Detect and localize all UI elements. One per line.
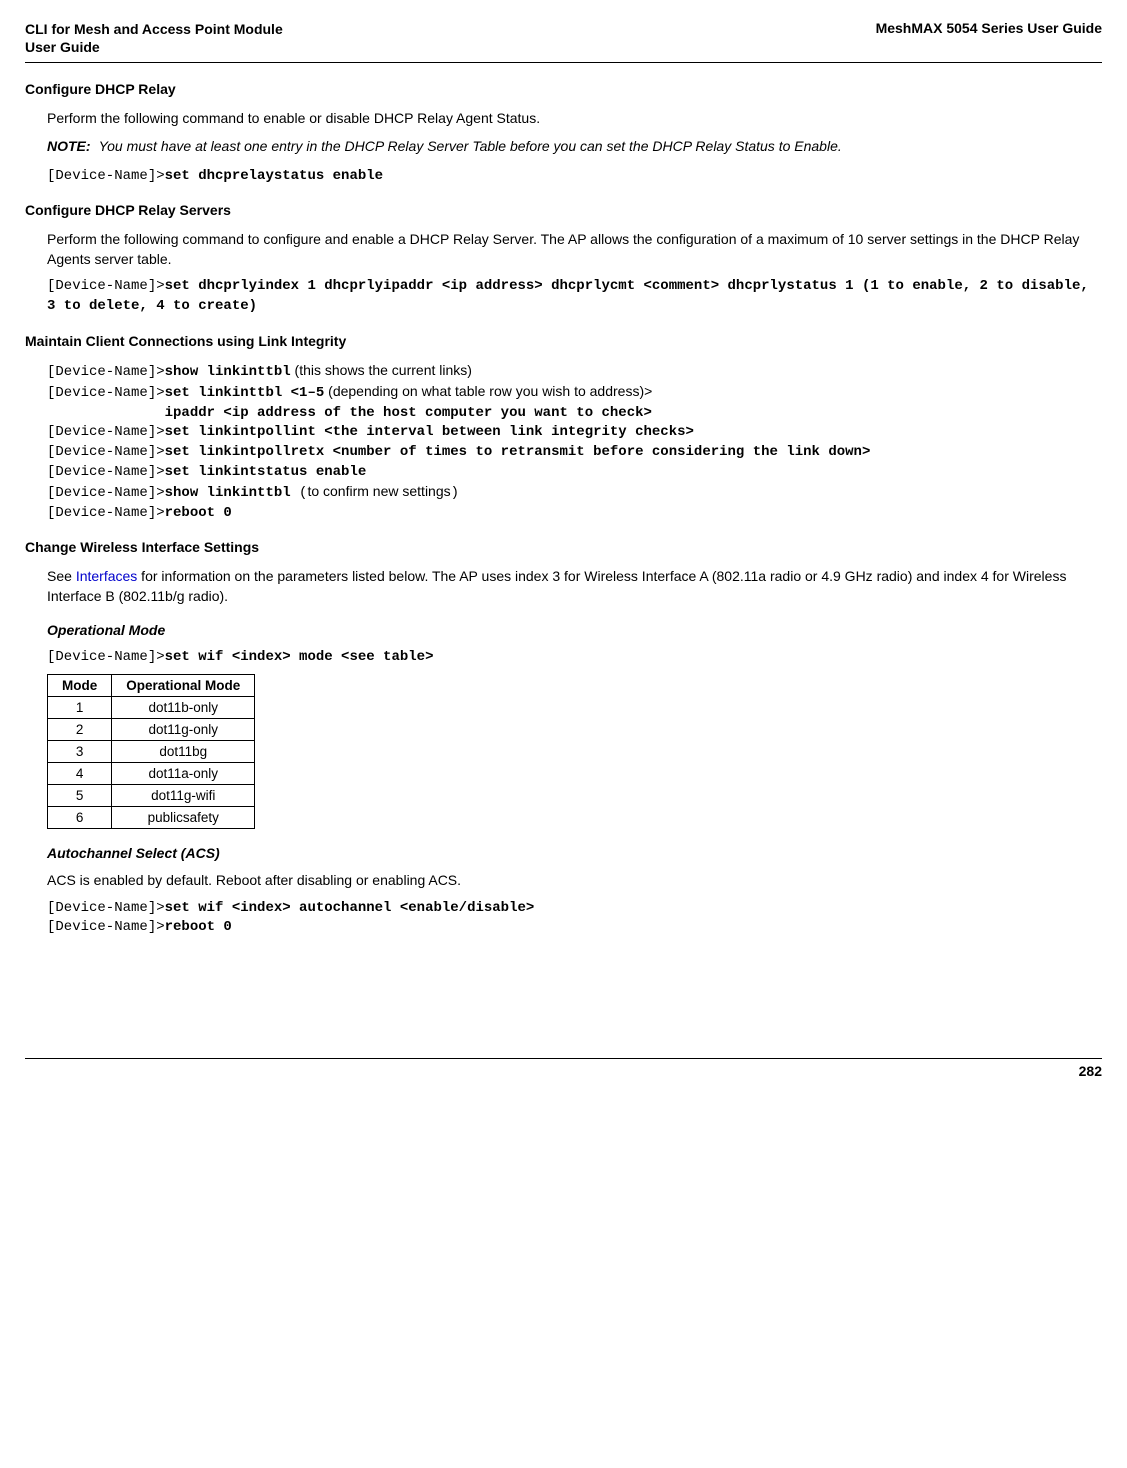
code-comment: (depending on what table row you wish to… — [324, 383, 644, 399]
dhcp-relay-code: [Device-Name]>set dhcprelaystatus enable — [47, 167, 1102, 187]
header-divider — [25, 62, 1102, 63]
link-line-4: [Device-Name]>set linkintpollint <the in… — [47, 423, 1102, 443]
interfaces-link[interactable]: Interfaces — [76, 568, 137, 584]
link-line-3: ipaddr <ip address of the host computer … — [47, 404, 1102, 424]
code-cmd: reboot 0 — [165, 919, 232, 935]
code-prompt: [Device-Name]> — [47, 919, 165, 935]
table-cell-op: dot11a-only — [112, 763, 255, 785]
dhcp-relay-block: Perform the following command to enable … — [47, 109, 1102, 186]
opmode-code-block: [Device-Name]>set wif <index> mode <see … — [47, 648, 1102, 668]
table-cell-op: dot11g-only — [112, 719, 255, 741]
table-header-row: Mode Operational Mode — [48, 675, 255, 697]
code-cmd: reboot 0 — [165, 505, 232, 521]
table-row: 2 dot11g-only — [48, 719, 255, 741]
table-cell-mode: 5 — [48, 785, 112, 807]
opmode-code: [Device-Name]>set wif <index> mode <see … — [47, 648, 1102, 668]
link-line-5: [Device-Name]>set linkintpollretx <numbe… — [47, 443, 1102, 463]
header-right: MeshMAX 5054 Series User Guide — [876, 20, 1102, 36]
page-number: 282 — [25, 1063, 1102, 1079]
table-header-mode: Mode — [48, 675, 112, 697]
code-prompt: [Device-Name]> — [47, 278, 165, 294]
table-row: 3 dot11bg — [48, 741, 255, 763]
table-header-op: Operational Mode — [112, 675, 255, 697]
table-cell-op: dot11bg — [112, 741, 255, 763]
code-cmd: set linkintpollint <the interval between… — [165, 424, 694, 440]
code-prompt: [Device-Name]> — [47, 364, 165, 380]
section-heading-dhcp-servers: Configure DHCP Relay Servers — [25, 202, 1102, 218]
dhcp-relay-para: Perform the following command to enable … — [47, 109, 1102, 129]
note-text: You must have at least one entry in the … — [99, 137, 842, 157]
wireless-block: See Interfaces for information on the pa… — [47, 567, 1102, 606]
code-prompt: [Device-Name]> — [47, 900, 165, 916]
acs-block: ACS is enabled by default. Reboot after … — [47, 871, 1102, 938]
code-prompt: [Device-Name]> — [47, 424, 165, 440]
code-cmd: set dhcprlyindex 1 dhcprlyipaddr <ip add… — [47, 278, 1089, 314]
table-row: 6 publicsafety — [48, 807, 255, 829]
section-heading-wireless: Change Wireless Interface Settings — [25, 539, 1102, 555]
code-cmd: ipaddr <ip address of the host computer … — [47, 405, 652, 421]
wireless-para-post: for information on the parameters listed… — [47, 568, 1066, 604]
link-line-2: [Device-Name]>set linkinttbl <1–5 (depen… — [47, 382, 1102, 404]
header-left-line1: CLI for Mesh and Access Point Module — [25, 21, 283, 37]
code-prompt: [Device-Name]> — [47, 385, 165, 401]
code-prompt: [Device-Name]> — [47, 505, 165, 521]
header-left: CLI for Mesh and Access Point Module Use… — [25, 20, 283, 56]
table-row: 4 dot11a-only — [48, 763, 255, 785]
acs-para: ACS is enabled by default. Reboot after … — [47, 871, 1102, 891]
dhcp-servers-code: [Device-Name]>set dhcprlyindex 1 dhcprly… — [47, 277, 1102, 316]
table-cell-mode: 1 — [48, 697, 112, 719]
table-cell-op: publicsafety — [112, 807, 255, 829]
dhcp-servers-para: Perform the following command to configu… — [47, 230, 1102, 269]
table-cell-mode: 3 — [48, 741, 112, 763]
wireless-para: See Interfaces for information on the pa… — [47, 567, 1102, 606]
table-row: 5 dot11g-wifi — [48, 785, 255, 807]
link-line-1: [Device-Name]>show linkinttbl (this show… — [47, 361, 1102, 383]
note-label: NOTE: — [47, 137, 91, 157]
code-prompt: [Device-Name]> — [47, 464, 165, 480]
operational-mode-heading: Operational Mode — [47, 622, 1102, 638]
mode-table: Mode Operational Mode 1 dot11b-only 2 do… — [47, 674, 255, 829]
code-cmd: set linkinttbl <1–5 — [165, 385, 325, 401]
acs-code-1: [Device-Name]>set wif <index> autochanne… — [47, 899, 1102, 919]
table-row: 1 dot11b-only — [48, 697, 255, 719]
link-line-7: [Device-Name]>show linkinttbl (to confir… — [47, 482, 1102, 504]
code-cmd: show linkinttbl — [165, 364, 291, 380]
page-header: CLI for Mesh and Access Point Module Use… — [25, 20, 1102, 56]
code-prompt: [Device-Name]> — [47, 649, 165, 665]
acs-heading: Autochannel Select (ACS) — [47, 845, 1102, 861]
section-heading-link-integrity: Maintain Client Connections using Link I… — [25, 333, 1102, 349]
table-cell-mode: 2 — [48, 719, 112, 741]
table-cell-mode: 4 — [48, 763, 112, 785]
code-comment: to confirm new settings — [307, 483, 450, 499]
code-cmd: set dhcprelaystatus enable — [165, 168, 383, 184]
dhcp-servers-block: Perform the following command to configu… — [47, 230, 1102, 316]
link-line-8: [Device-Name]>reboot 0 — [47, 504, 1102, 524]
table-cell-op: dot11b-only — [112, 697, 255, 719]
code-prompt: [Device-Name]> — [47, 444, 165, 460]
code-cmd: set wif <index> autochannel <enable/disa… — [165, 900, 535, 916]
table-cell-mode: 6 — [48, 807, 112, 829]
code-cmd: set linkintstatus enable — [165, 464, 367, 480]
code-prompt: [Device-Name]> — [47, 485, 165, 501]
code-cmd: set linkintpollretx <number of times to … — [165, 444, 871, 460]
wireless-para-pre: See — [47, 568, 76, 584]
dhcp-relay-note: NOTE: You must have at least one entry i… — [47, 137, 1102, 157]
code-comment: (this shows the current links) — [291, 362, 472, 378]
code-comment-close: ) — [451, 485, 459, 501]
code-trail: > — [644, 383, 652, 399]
code-prompt: [Device-Name]> — [47, 168, 165, 184]
acs-code-2: [Device-Name]>reboot 0 — [47, 918, 1102, 938]
footer-divider — [25, 1058, 1102, 1059]
section-heading-dhcp-relay: Configure DHCP Relay — [25, 81, 1102, 97]
code-cmd: show linkinttbl — [165, 485, 299, 501]
code-cmd: set wif <index> mode <see table> — [165, 649, 434, 665]
link-line-6: [Device-Name]>set linkintstatus enable — [47, 463, 1102, 483]
table-cell-op: dot11g-wifi — [112, 785, 255, 807]
link-integrity-block: [Device-Name]>show linkinttbl (this show… — [47, 361, 1102, 524]
header-left-line2: User Guide — [25, 39, 100, 55]
